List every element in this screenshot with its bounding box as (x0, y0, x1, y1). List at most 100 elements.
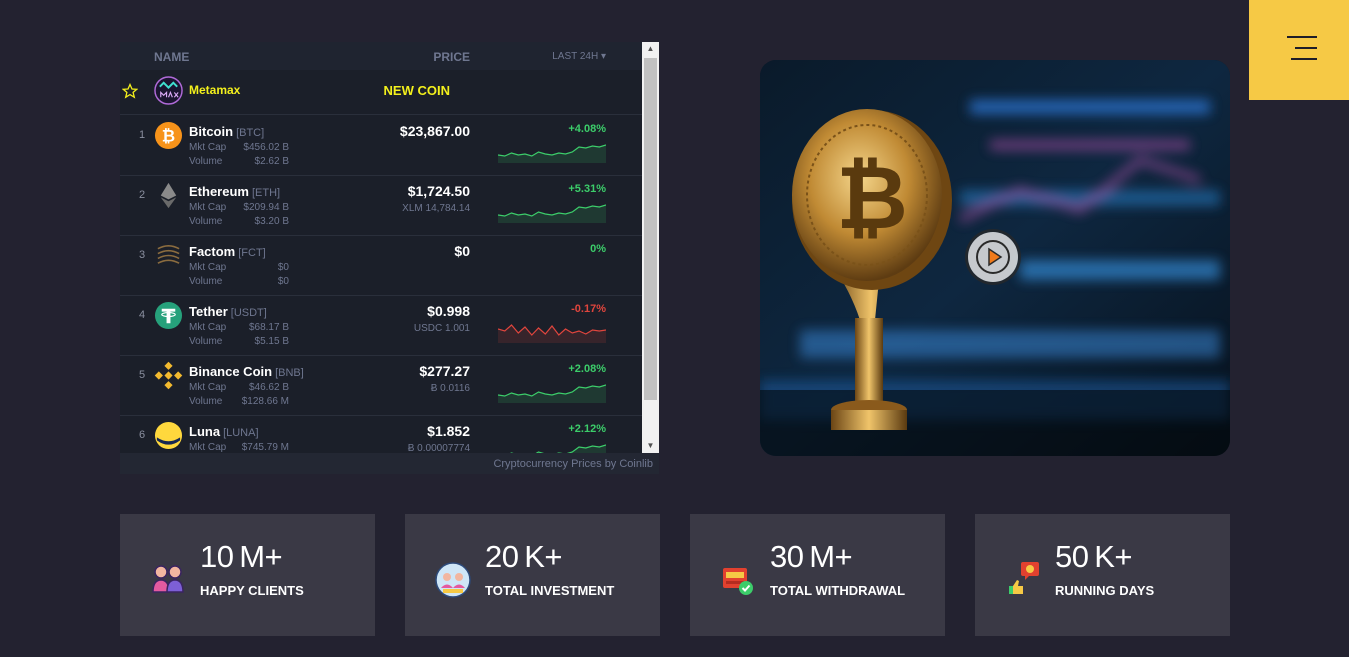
coin-subprice: Ƀ 0.00007774 (407, 443, 470, 453)
mktcap-value: $745.79 M (241, 442, 289, 453)
scroll-up-arrow-icon[interactable]: ▲ (642, 42, 659, 56)
coin-name[interactable]: Luna [LUNA] (189, 424, 259, 439)
volume-value: $5.15 B (254, 336, 289, 347)
play-button[interactable] (968, 232, 1018, 282)
coin-row[interactable]: 4 Tether [USDT] Mkt Cap $68.17 B Volume $5.… (120, 295, 642, 356)
hamburger-menu-icon-line (1291, 58, 1317, 60)
widget-header: NAME PRICE LAST 24H ▾ (120, 42, 642, 70)
featured-coin-row[interactable]: Metamax NEW COIN (120, 70, 642, 115)
stat-number: 20 K+ (485, 539, 562, 574)
coin-row[interactable]: 1 ₿ Bitcoin [BTC] Mkt Cap $456.02 B Volume… (120, 115, 642, 176)
ethereum-icon (160, 182, 177, 209)
tether-icon (154, 301, 183, 330)
hamburger-menu-icon (1287, 36, 1317, 38)
coin-price: $23,867.00 (399, 123, 470, 139)
coin-subprice: XLM 14,784.14 (402, 203, 470, 214)
widget-scrollbar[interactable]: ▲ ▼ (642, 42, 659, 453)
coin-name[interactable]: Metamax (189, 83, 240, 97)
volume-label: Volume (189, 336, 223, 347)
coin-rank: 5 (139, 369, 146, 381)
coin-name[interactable]: Factom [FCT] (189, 244, 266, 259)
mktcap-label: Mkt Cap (189, 262, 227, 273)
change-24h: +2.12% (568, 423, 606, 435)
scrollbar-thumb[interactable] (644, 58, 657, 400)
happy-clients-icon (152, 565, 184, 593)
change-24h: 0% (590, 243, 606, 255)
column-header-price[interactable]: PRICE (433, 50, 470, 64)
column-header-name[interactable]: NAME (154, 50, 189, 64)
sparkline-chart (498, 144, 606, 163)
withdrawal-icon (723, 568, 753, 595)
running-days-icon (1009, 562, 1039, 594)
coin-rank: 3 (139, 249, 146, 261)
binance-coin-icon (154, 361, 183, 390)
scroll-down-arrow-icon[interactable]: ▼ (642, 439, 659, 453)
coin-row[interactable]: 5 Binance Coin [BNB] Mkt Cap $46.62 B Volu… (120, 355, 642, 416)
stat-card-total-withdrawal: 30 M+ TOTAL WITHDRAWAL (690, 514, 945, 636)
svg-text:₿: ₿ (162, 127, 175, 145)
coin-rank: 1 (139, 129, 146, 141)
coin-name[interactable]: Ethereum [ETH] (189, 184, 280, 199)
coin-list: Metamax NEW COIN 1 ₿ Bitcoin [BTC] Mkt Ca… (120, 70, 642, 453)
mktcap-label: Mkt Cap (189, 202, 227, 213)
coin-price: $0.998 (427, 303, 470, 319)
bitcoin-icon: ₿ (154, 121, 183, 150)
coin-subprice: Ƀ 0.0116 (430, 383, 470, 394)
mktcap-label: Mkt Cap (189, 442, 227, 453)
mktcap-label: Mkt Cap (189, 322, 227, 333)
star-icon[interactable] (122, 83, 138, 99)
coin-row[interactable]: 2 Ethereum [ETH] Mkt Cap $209.94 B Volume $… (120, 175, 642, 236)
luna-icon (154, 421, 183, 450)
stat-card-running-days: 50 K+ RUNNING DAYS (975, 514, 1230, 636)
coin-price: $0 (454, 243, 470, 259)
volume-value: $128.66 M (241, 396, 289, 407)
mktcap-label: Mkt Cap (189, 142, 227, 153)
menu-button[interactable] (1249, 0, 1349, 100)
coin-name[interactable]: Binance Coin [BNB] (189, 364, 304, 379)
coin-price: $277.27 (419, 363, 470, 379)
stat-label: TOTAL WITHDRAWAL (770, 583, 906, 598)
stat-label: RUNNING DAYS (1055, 583, 1155, 598)
coin-row[interactable]: 3 Factom [FCT] Mkt Cap $0 Volume $0 $0 0% (120, 235, 642, 296)
change-24h: -0.17% (571, 303, 606, 315)
sparkline-chart (510, 444, 606, 453)
metamax-logo-icon (154, 76, 183, 105)
volume-label: Volume (189, 156, 223, 167)
volume-value: $3.20 B (254, 216, 289, 227)
coin-price: $1,724.50 (407, 183, 470, 199)
factom-icon (157, 245, 180, 264)
stat-label: TOTAL INVESTMENT (485, 583, 615, 598)
coin-rank: 6 (139, 429, 146, 441)
stat-number: 50 K+ (1055, 539, 1132, 574)
mktcap-label: Mkt Cap (189, 382, 227, 393)
change-24h: +2.08% (568, 363, 606, 375)
mktcap-value: $456.02 B (243, 142, 289, 153)
coin-row[interactable]: 6 Luna [LUNA] Mkt Cap $745.79 M $1.852 Ƀ 0… (120, 415, 642, 453)
stat-number: 30 M+ (770, 539, 853, 574)
coin-rank: 2 (139, 189, 146, 201)
crypto-prices-widget: NAME PRICE LAST 24H ▾ Metamax NEW COIN 1… (120, 42, 659, 474)
coin-subprice: USDC 1.001 (413, 323, 470, 334)
coinlib-credit-link[interactable]: Cryptocurrency Prices by Coinlib (493, 458, 653, 470)
volume-label: Volume (189, 216, 223, 227)
stat-card-happy-clients: 10 M+ HAPPY CLIENTS (120, 514, 375, 636)
mktcap-value: $209.94 B (243, 202, 289, 213)
mktcap-value: $68.17 B (248, 322, 289, 333)
coin-rank: 4 (139, 309, 146, 321)
widget-footer: Cryptocurrency Prices by Coinlib (120, 453, 659, 474)
coin-name[interactable]: Bitcoin [BTC] (189, 124, 264, 139)
play-icon (976, 240, 1010, 274)
mktcap-value: $0 (277, 262, 289, 273)
svg-text:₿: ₿ (836, 148, 908, 247)
hamburger-menu-icon-line (1295, 47, 1317, 49)
column-header-last-24h[interactable]: LAST 24H ▾ (552, 51, 606, 62)
volume-label: Volume (189, 396, 223, 407)
sparkline-chart (498, 204, 606, 223)
new-coin-badge: NEW COIN (383, 83, 450, 98)
stat-label: HAPPY CLIENTS (200, 583, 304, 598)
change-24h: +5.31% (568, 183, 606, 195)
stat-number: 10 M+ (200, 539, 283, 574)
change-24h: +4.08% (568, 123, 606, 135)
sparkline-chart (498, 384, 606, 403)
coin-name[interactable]: Tether [USDT] (189, 304, 267, 319)
